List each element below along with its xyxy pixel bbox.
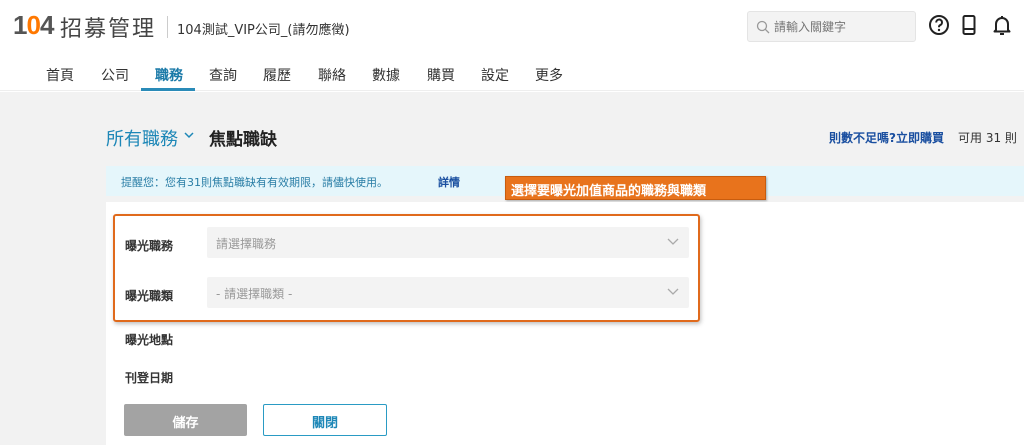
category-select[interactable]: - 請選擇職類 - xyxy=(207,277,689,308)
nav-item-company[interactable]: 公司 xyxy=(101,65,129,85)
nav-item-jobs[interactable]: 職務 xyxy=(155,65,183,85)
location-label: 曝光地點 xyxy=(125,333,174,347)
chevron-down-icon xyxy=(667,288,679,295)
job-select[interactable]: 請選擇職務 xyxy=(207,227,689,258)
nav-item-search[interactable]: 查詢 xyxy=(209,65,237,85)
search-box[interactable] xyxy=(747,11,916,42)
nav-item-resume[interactable]: 履歷 xyxy=(263,65,291,85)
logo[interactable]: 104 xyxy=(13,10,54,41)
nav-item-contact[interactable]: 聯絡 xyxy=(318,65,346,85)
top-bar: 104 招募管理 104測試_VIP公司_(請勿應徵) xyxy=(0,0,1024,55)
logo-number: 104 xyxy=(13,10,54,40)
job-select-placeholder: 請選擇職務 xyxy=(216,237,277,251)
notice-text: 提醒您：您有31則焦點職缺有有效期限，請儘快使用。 xyxy=(121,176,388,189)
callout-text: 選擇要曝光加值商品的職務與職類 xyxy=(511,184,707,199)
nav-item-more[interactable]: 更多 xyxy=(535,65,563,85)
category-select-placeholder: - 請選擇職類 - xyxy=(216,287,293,301)
company-name: 104測試_VIP公司_(請勿應徵) xyxy=(177,23,350,38)
category-label: 曝光職類 xyxy=(125,289,174,303)
help-icon[interactable] xyxy=(927,13,951,37)
buy-link[interactable]: 則數不足嗎?立即購買 xyxy=(829,129,944,146)
bell-icon[interactable] xyxy=(990,13,1014,37)
page-subtitle: 焦點職缺 xyxy=(209,130,277,150)
mobile-icon[interactable] xyxy=(957,13,981,37)
search-input[interactable] xyxy=(774,18,909,36)
notice-detail-link[interactable]: 詳情 xyxy=(438,174,460,190)
job-label: 曝光職務 xyxy=(125,239,174,253)
close-button[interactable]: 關閉 xyxy=(263,404,387,436)
chevron-down-icon[interactable] xyxy=(183,130,195,140)
save-button[interactable]: 儲存 xyxy=(124,404,247,436)
save-button-label: 儲存 xyxy=(172,416,199,431)
page-title[interactable]: 所有職務 xyxy=(106,125,178,151)
nav-item-data[interactable]: 數據 xyxy=(372,65,400,85)
search-icon xyxy=(756,20,770,34)
divider xyxy=(167,16,168,38)
nav-item-purchase[interactable]: 購買 xyxy=(427,65,455,85)
instruction-callout: 選擇要曝光加值商品的職務與職類 xyxy=(505,176,766,200)
available-count: 可用 31 則 xyxy=(958,131,1017,145)
nav-item-settings[interactable]: 設定 xyxy=(481,65,509,85)
nav-item-home[interactable]: 首頁 xyxy=(46,65,74,85)
chevron-down-icon xyxy=(667,238,679,245)
date-label: 刊登日期 xyxy=(125,371,174,385)
logo-text: 招募管理 xyxy=(60,17,157,42)
main-nav: 首頁 公司 職務 查詢 履歷 聯絡 數據 購買 設定 更多 xyxy=(0,55,1024,91)
close-button-label: 關閉 xyxy=(311,416,338,431)
nav-active-indicator xyxy=(141,88,195,91)
